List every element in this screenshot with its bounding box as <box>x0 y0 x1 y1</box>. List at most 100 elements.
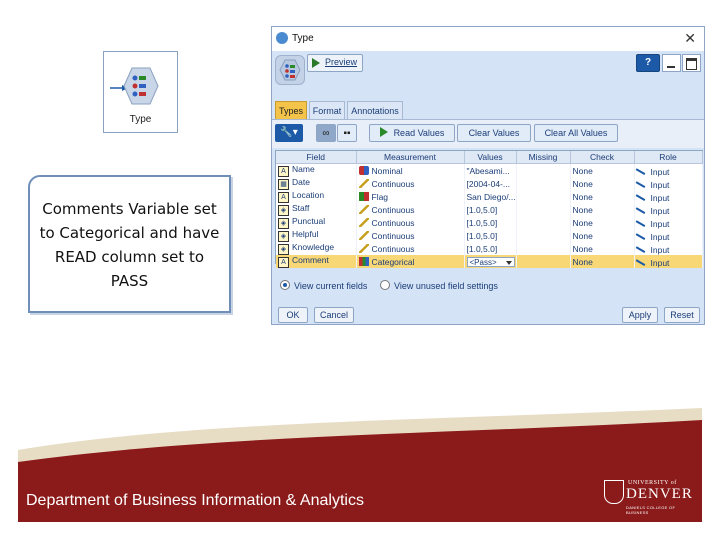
table-row[interactable]: ◈ Knowledge Continuous [1.0,5.0] None Input <box>276 242 703 255</box>
values-cell-container[interactable]: San Diego/... <box>464 190 517 203</box>
check-cell[interactable]: None <box>570 190 635 203</box>
apply-button[interactable]: Apply <box>622 307 658 323</box>
table-row[interactable]: A Location Flag San Diego/... None Input <box>276 190 703 203</box>
values-cell-container[interactable]: [2004-04-... <box>464 177 517 190</box>
role-cell[interactable]: Input <box>634 216 703 229</box>
tab-types[interactable]: Types <box>275 101 307 119</box>
measurement-cell[interactable]: Categorical <box>356 255 465 268</box>
role-cell[interactable]: Input <box>634 163 703 177</box>
missing-cell[interactable] <box>516 255 571 268</box>
reset-button[interactable]: Reset <box>664 307 700 323</box>
measurement-cell[interactable]: Flag <box>356 190 465 203</box>
measurement-cell[interactable]: Continuous <box>356 242 465 255</box>
field-cell[interactable]: ◈ Punctual <box>276 216 357 229</box>
minimize-button[interactable] <box>662 54 681 72</box>
table-row[interactable]: ◈ Staff Continuous [1.0,5.0] None Input <box>276 203 703 216</box>
values-dropdown[interactable]: <Pass> <box>466 256 515 267</box>
field-name: Knowledge <box>292 242 335 252</box>
missing-cell[interactable] <box>516 203 571 216</box>
values-cell-container[interactable]: <Pass> <box>464 255 517 268</box>
window-title: Type <box>292 33 314 44</box>
values-cell-container[interactable]: [1.0,5.0] <box>464 216 517 229</box>
role-cell[interactable]: Input <box>634 255 703 268</box>
missing-cell[interactable] <box>516 216 571 229</box>
check-cell[interactable]: None <box>570 177 635 190</box>
field-cell[interactable]: ◈ Staff <box>276 203 357 216</box>
view-unused-fields-option[interactable]: View unused field settings <box>380 280 498 291</box>
type-node[interactable]: Type <box>103 51 178 133</box>
values-cell-container[interactable]: [1.0,5.0] <box>464 242 517 255</box>
measurement-cell[interactable]: Continuous <box>356 229 465 242</box>
link-toggle-icon[interactable]: ∞ <box>316 124 336 142</box>
clear-values-button[interactable]: Clear Values <box>457 124 531 142</box>
view-current-fields-option[interactable]: View current fields <box>280 280 367 291</box>
storage-type-icon: ◈ <box>278 205 289 216</box>
column-header-check[interactable]: Check <box>570 151 635 164</box>
field-name: Date <box>292 177 310 187</box>
field-cell[interactable]: ◈ Knowledge <box>276 242 357 255</box>
values-cell-container[interactable]: [1.0,5.0] <box>464 229 517 242</box>
wrench-icon[interactable]: 🔧▾ <box>275 124 303 142</box>
field-cell[interactable]: A Comment <box>276 255 357 268</box>
logo-main-text: DENVER <box>626 486 693 502</box>
field-cell[interactable]: ◈ Helpful <box>276 229 357 242</box>
role-cell[interactable]: Input <box>634 203 703 216</box>
values-cell-container[interactable]: [1.0,5.0] <box>464 203 517 216</box>
ok-button[interactable]: OK <box>278 307 308 323</box>
check-cell[interactable]: None <box>570 163 635 177</box>
read-values-label: Read Values <box>393 128 445 138</box>
measurement-cell[interactable]: Continuous <box>356 216 465 229</box>
table-row[interactable]: ▦ Date Continuous [2004-04-... None Input <box>276 177 703 190</box>
missing-cell[interactable] <box>516 177 571 190</box>
measurement-value: Continuous <box>371 217 415 228</box>
field-name: Helpful <box>292 229 319 239</box>
column-header-role[interactable]: Role <box>634 151 703 164</box>
field-name: Name <box>292 164 315 174</box>
table-row[interactable]: ◈ Helpful Continuous [1.0,5.0] None Input <box>276 229 703 242</box>
maximize-button[interactable] <box>682 54 701 72</box>
title-bar[interactable]: Type ✕ <box>272 27 704 51</box>
check-cell[interactable]: None <box>570 242 635 255</box>
preview-button[interactable]: Preview <box>307 54 363 72</box>
tab-annotations[interactable]: Annotations <box>347 101 403 119</box>
measurement-value: Continuous <box>371 204 415 215</box>
role-value: Input <box>650 192 670 203</box>
table-row[interactable]: A Name Nominal "Abesami... None Input <box>276 163 703 177</box>
check-cell[interactable]: None <box>570 203 635 216</box>
column-header-missing[interactable]: Missing <box>516 151 571 164</box>
missing-cell[interactable] <box>516 190 571 203</box>
measurement-cell[interactable]: Continuous <box>356 203 465 216</box>
missing-cell[interactable] <box>516 229 571 242</box>
missing-cell[interactable] <box>516 163 571 177</box>
measurement-cell[interactable]: Nominal <box>356 163 465 177</box>
help-button[interactable]: ? <box>636 54 660 72</box>
tab-format[interactable]: Format <box>309 101 345 119</box>
role-cell[interactable]: Input <box>634 242 703 255</box>
column-header-measurement[interactable]: Measurement <box>356 151 465 164</box>
column-header-field[interactable]: Field <box>276 151 357 164</box>
table-row[interactable]: A Comment Categorical <Pass> None Input <box>276 255 703 268</box>
role-cell[interactable]: Input <box>634 229 703 242</box>
unlink-toggle-icon[interactable]: ▪▪ <box>337 124 357 142</box>
field-cell[interactable]: ▦ Date <box>276 177 357 190</box>
cancel-button[interactable]: Cancel <box>314 307 354 323</box>
continuous-measure-icon <box>358 204 369 214</box>
measurement-cell[interactable]: Continuous <box>356 177 465 190</box>
role-cell[interactable]: Input <box>634 177 703 190</box>
read-values-button[interactable]: Read Values <box>369 124 455 142</box>
clear-all-values-button[interactable]: Clear All Values <box>534 124 618 142</box>
field-cell[interactable]: A Location <box>276 190 357 203</box>
check-cell[interactable]: None <box>570 255 635 268</box>
close-icon[interactable]: ✕ <box>684 30 696 47</box>
role-cell[interactable]: Input <box>634 190 703 203</box>
flag-measure-icon <box>358 191 369 201</box>
check-cell[interactable]: None <box>570 216 635 229</box>
missing-cell[interactable] <box>516 242 571 255</box>
column-header-values[interactable]: Values <box>464 151 517 164</box>
values-cell: [1.0,5.0] <box>466 217 498 228</box>
values-cell-container[interactable]: "Abesami... <box>464 163 517 177</box>
field-cell[interactable]: A Name <box>276 163 357 177</box>
table-row[interactable]: ◈ Punctual Continuous [1.0,5.0] None Input <box>276 216 703 229</box>
input-arrow-icon <box>635 177 648 188</box>
check-cell[interactable]: None <box>570 229 635 242</box>
